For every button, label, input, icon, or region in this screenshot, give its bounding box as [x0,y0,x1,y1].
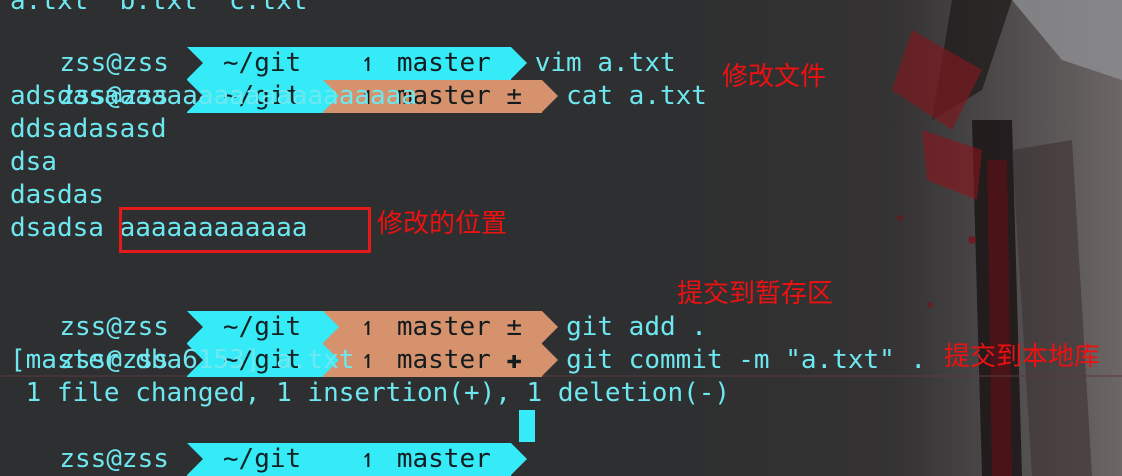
file-line-2: ddsadasasd [10,114,167,144]
prompt-line-5: zss@zss ~/git ↿ master [0,410,527,476]
annotation-commit-to-local-repo: 提交到本地库 [944,342,1101,372]
command-text: cat a.txt [566,81,707,111]
prompt-dir: ~/git [222,444,302,474]
file-line-4: dasdas [10,180,104,210]
command-text: git commit -m "a.txt" . [566,345,927,375]
git-branch-icon: ↿ [360,444,376,474]
terminal-cursor[interactable] [519,410,535,442]
file-line-3: dsa [10,147,57,177]
git-branch-icon: ↿ [360,345,376,375]
prompt-branch-segment: ↿ master ✚ [323,344,559,377]
prompt-line-2: zss@zss ~/git ↿ master ± cat a.txt [0,47,707,113]
prompt-dir-segment: ~/git [186,443,340,476]
prompt-user: zss@zss [59,444,169,474]
prompt-branch-segment: ↿ master [323,443,527,476]
commit-output-line-2: 1 file changed, 1 insertion(+), 1 deleti… [10,378,731,408]
prompt-branch: master [396,444,491,474]
prompt-badge: ± [506,81,523,111]
prompt-line-4: zss@zss ~/git ↿ master ✚ git commit -m "a.t… [0,311,926,377]
annotation-modify-location: 修改的位置 [377,209,508,239]
modification-highlight-box [119,207,371,253]
prompt-line-3: zss@zss ~/git ↿ master ± git add . [0,278,707,344]
staged-icon: ✚ [506,345,523,375]
annotation-modify-file: 修改文件 [722,62,827,92]
commit-output-line-1: [master dba6153] a.txt [10,345,355,375]
prompt-line-1: zss@zss ~/git ↿ master vim a.txt [0,14,676,80]
annotation-commit-to-staging: 提交到暂存区 [677,279,834,309]
prompt-branch: master [396,345,491,375]
file-line-1: adsdasaaaaaaaaaaaaaaaaaaaa [10,81,417,111]
